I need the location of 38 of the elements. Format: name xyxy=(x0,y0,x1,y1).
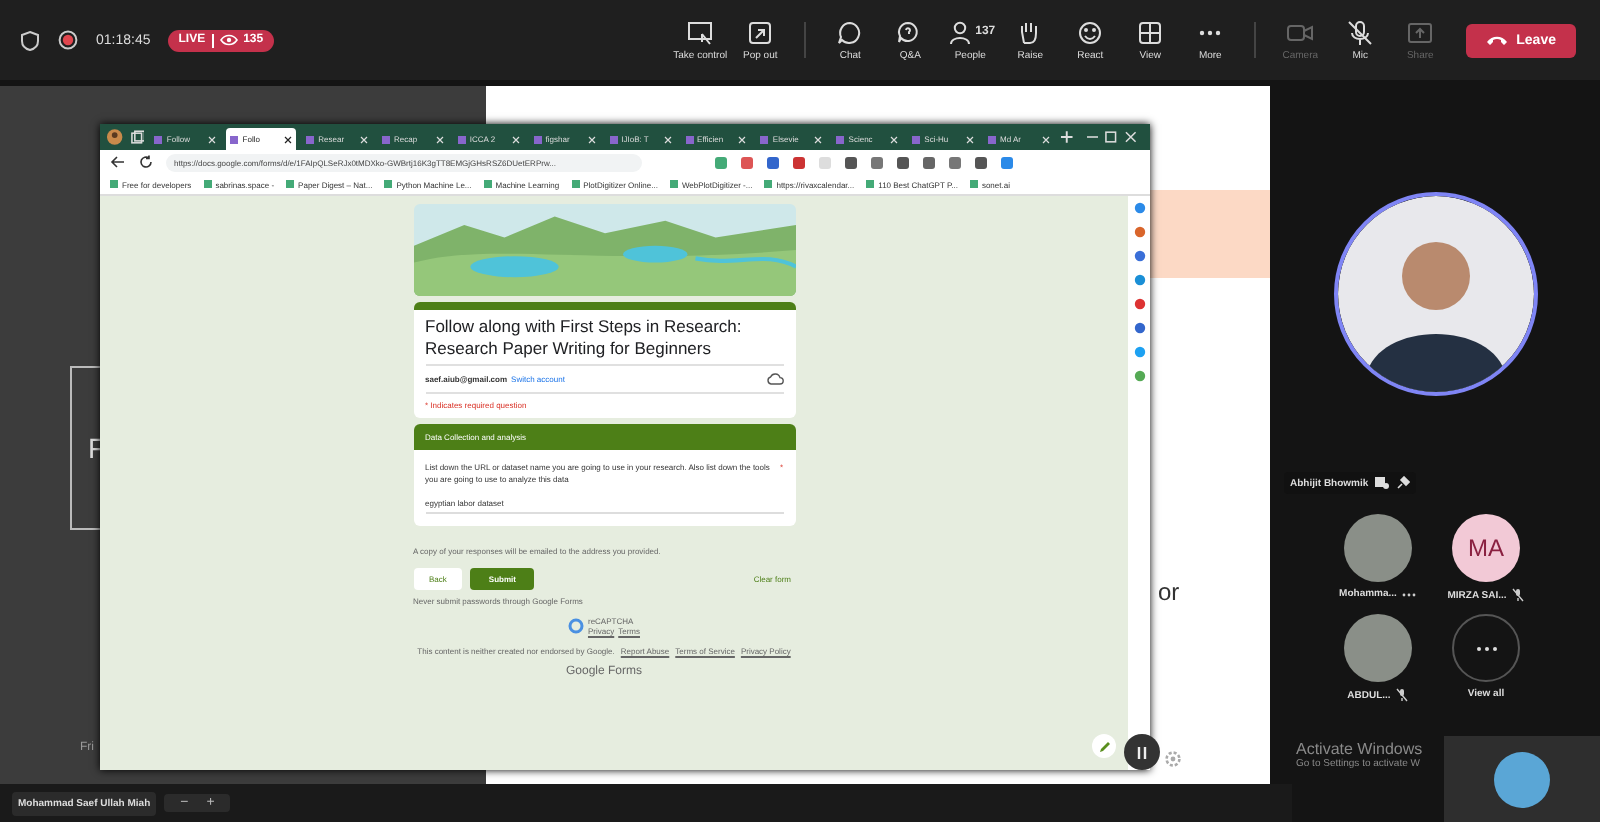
record-icon xyxy=(58,30,78,50)
smile-icon xyxy=(1076,19,1105,45)
mic-icon xyxy=(1346,19,1375,45)
camera-icon xyxy=(1286,19,1315,45)
view-all-button[interactable] xyxy=(1452,614,1520,682)
avatar-photo-placeholder xyxy=(1344,614,1412,682)
people-icon xyxy=(945,19,974,45)
pause-icon xyxy=(1136,745,1148,759)
shield-icon xyxy=(20,29,40,51)
cloud-icon xyxy=(765,372,783,387)
pencil-icon xyxy=(1097,739,1111,753)
activation-title: Activate Windows xyxy=(1296,740,1423,758)
presenter-icon xyxy=(1374,476,1391,490)
pin-icon xyxy=(1396,476,1411,490)
maximize-icon[interactable] xyxy=(1104,130,1119,144)
avatar-initials: MA xyxy=(1452,514,1520,582)
avatar-photo-placeholder xyxy=(1494,751,1550,807)
more-icon xyxy=(1475,645,1497,651)
phone-icon xyxy=(1486,34,1509,46)
new-tab-icon[interactable] xyxy=(1059,130,1074,144)
more-icon[interactable] xyxy=(1402,591,1417,597)
minimize-icon[interactable] xyxy=(1085,130,1099,144)
close-icon[interactable] xyxy=(284,135,293,143)
form-title: Follow along with First Steps in Research: Research Paper Writing for Beginners xyxy=(425,316,783,367)
back-icon[interactable] xyxy=(110,154,126,170)
popout-icon xyxy=(746,19,775,45)
eye-icon xyxy=(219,34,238,46)
avatar-photo-placeholder xyxy=(1344,514,1412,582)
reload-icon[interactable] xyxy=(138,154,154,170)
recaptcha-icon xyxy=(567,618,584,635)
chat-icon xyxy=(836,19,865,45)
profile-icon xyxy=(106,128,124,146)
control-icon xyxy=(686,19,715,45)
share-icon xyxy=(1406,19,1435,45)
tabs-icon xyxy=(129,129,145,145)
slide-text: or xyxy=(1158,578,1180,606)
edit-button[interactable] xyxy=(1092,734,1116,758)
grid-icon xyxy=(1136,19,1165,45)
